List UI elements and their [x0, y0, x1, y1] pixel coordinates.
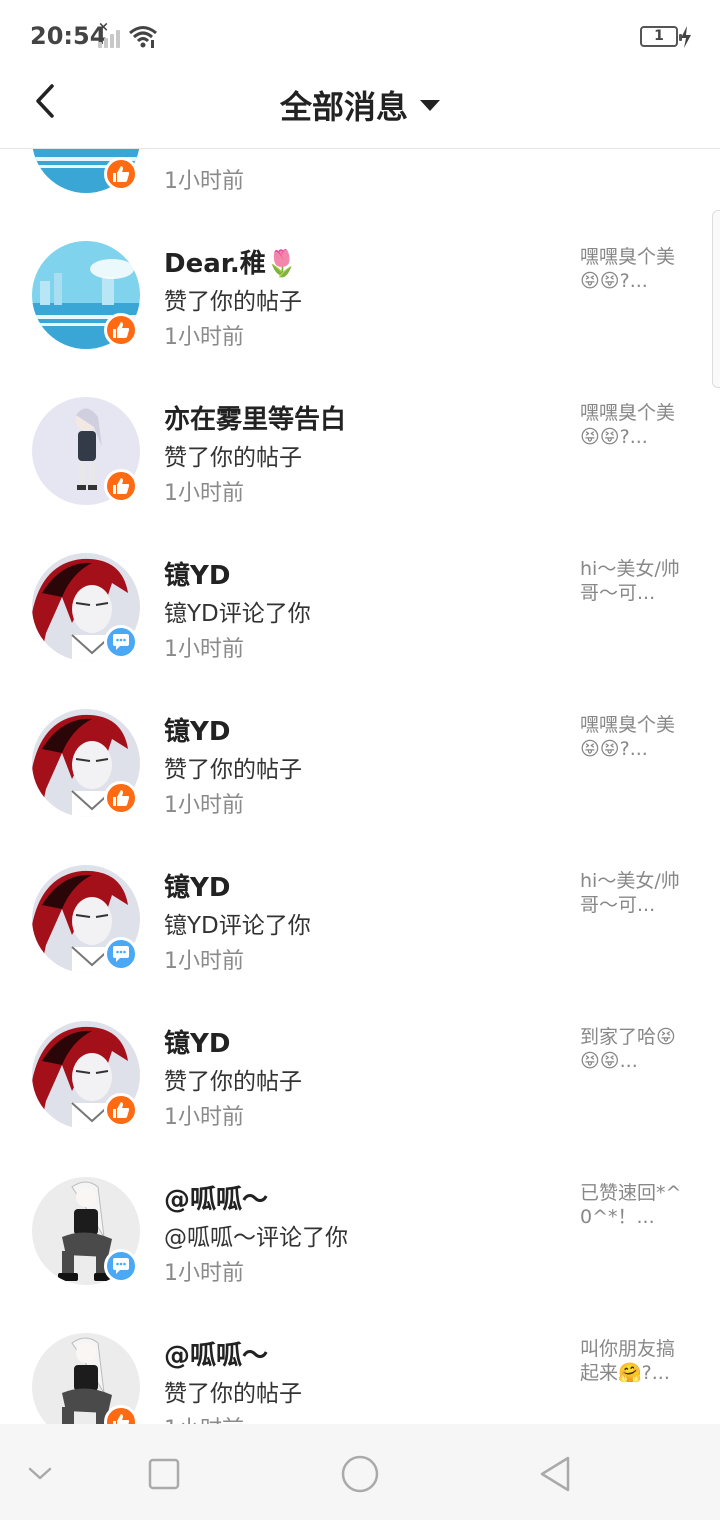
wifi-icon	[129, 26, 157, 48]
post-preview[interactable]: 到家了哈😝😝😝...	[580, 1025, 690, 1073]
thumbs-up-icon	[113, 1102, 130, 1118]
like-badge	[104, 1093, 138, 1127]
status-time: 20:54	[30, 22, 107, 50]
time-ago: 1小时前	[164, 1411, 244, 1424]
action-text: 镱YD评论了你	[164, 913, 311, 939]
list-item[interactable]: 镱YD 镱YD评论了你 1小时前 hi～美女/帅哥～可...	[0, 817, 720, 974]
list-item[interactable]: @呱呱～ @呱呱～评论了你 1小时前 已赞速回*^0^*！...	[0, 1129, 720, 1286]
post-preview[interactable]: hi～美女/帅哥～可...	[580, 557, 690, 605]
system-nav-bar	[0, 1424, 720, 1520]
list-item[interactable]: @呱呱～ 赞了你的帖子 1小时前 叫你朋友搞起来🤗?...	[0, 1285, 720, 1424]
comment-badge	[104, 1249, 138, 1283]
post-preview[interactable]: 嘿嘿臭个美😝😝?...	[580, 401, 690, 449]
thumbs-up-icon	[113, 166, 130, 182]
time-ago: 1小时前	[164, 1105, 244, 1130]
list-item[interactable]: 镱YD 镱YD评论了你 1小时前 hi～美女/帅哥～可...	[0, 505, 720, 662]
back-triangle-icon[interactable]	[536, 1454, 576, 1494]
like-badge	[104, 313, 138, 347]
post-preview[interactable]: hi～美女/帅哥～可...	[580, 869, 690, 917]
thumbs-up-icon	[113, 478, 130, 494]
status-bar: 20:54 × 1	[0, 0, 720, 72]
list-item[interactable]: 镱YD 赞了你的帖子 1小时前 嘿嘿臭个美😝😝?...	[0, 661, 720, 818]
action-text: 赞了你的帖子	[164, 445, 302, 471]
title-dropdown[interactable]: 全部消息	[0, 82, 720, 128]
action-text: 赞了你的帖子	[164, 757, 302, 783]
post-preview[interactable]: 嘿嘿臭个美😝😝?...	[580, 713, 690, 761]
action-text: 赞了你的帖子	[164, 1069, 302, 1095]
chat-bubble-icon	[113, 634, 129, 650]
time-ago: 1小时前	[164, 481, 244, 506]
comment-badge	[104, 625, 138, 659]
time-ago: 1小时前	[164, 1261, 244, 1286]
thumbs-up-icon	[113, 322, 130, 338]
battery-icon: 1	[640, 26, 682, 47]
sender-name[interactable]: 镱YD	[164, 711, 230, 748]
action-text: 赞了你的帖子	[164, 1381, 302, 1407]
comment-badge	[104, 937, 138, 971]
sender-name[interactable]: 亦在雾里等告白	[164, 399, 346, 436]
thumbs-up-icon	[113, 790, 130, 806]
like-badge	[104, 781, 138, 815]
time-ago: 1小时前	[164, 793, 244, 818]
edge-scroll-handle[interactable]	[712, 210, 720, 388]
action-text: 赞了你的帖子	[164, 289, 302, 315]
message-list[interactable]: 1小时前 Dear.稚🌷 赞了你的帖子 1小时前 嘿嘿臭个美😝😝?... 亦在雾里等告白…	[0, 149, 720, 1424]
post-preview[interactable]: 叫你朋友搞起来🤗?...	[580, 1337, 690, 1385]
thumbs-up-icon	[113, 1414, 130, 1424]
chat-bubble-icon	[113, 946, 129, 962]
home-circle-icon[interactable]	[340, 1454, 380, 1494]
time-ago: 1小时前	[164, 637, 244, 662]
nav-down-icon[interactable]	[20, 1454, 60, 1494]
like-badge	[104, 469, 138, 503]
post-preview[interactable]: 嘿嘿臭个美😝😝?...	[580, 245, 690, 293]
charging-icon	[681, 26, 691, 48]
sender-name[interactable]: 镱YD	[164, 555, 230, 592]
post-preview[interactable]: 已赞速回*^0^*！...	[580, 1181, 690, 1229]
signal-icon: ×	[98, 20, 124, 48]
recents-square-icon[interactable]	[144, 1454, 184, 1494]
caret-down-icon	[420, 99, 440, 111]
list-item[interactable]: 镱YD 赞了你的帖子 1小时前 到家了哈😝😝😝...	[0, 973, 720, 1130]
action-text: 镱YD评论了你	[164, 601, 311, 627]
page-title: 全部消息	[279, 88, 408, 126]
chat-bubble-icon	[113, 1258, 129, 1274]
action-text: @呱呱～评论了你	[164, 1225, 348, 1251]
sender-name[interactable]: 镱YD	[164, 1023, 230, 1060]
list-item[interactable]: Dear.稚🌷 赞了你的帖子 1小时前 嘿嘿臭个美😝😝?...	[0, 193, 720, 350]
app-header: 全部消息	[0, 72, 720, 149]
sender-name[interactable]: @呱呱～	[164, 1335, 268, 1372]
sender-name[interactable]: @呱呱～	[164, 1179, 268, 1216]
sender-name[interactable]: 镱YD	[164, 867, 230, 904]
time-ago: 1小时前	[164, 169, 244, 194]
time-ago: 1小时前	[164, 325, 244, 350]
list-item-partial[interactable]: 1小时前	[0, 149, 720, 194]
list-item[interactable]: 亦在雾里等告白赞了你的帖子 1小时前 嘿嘿臭个美😝😝?...	[0, 349, 720, 506]
time-ago: 1小时前	[164, 949, 244, 974]
like-badge	[104, 157, 138, 191]
sender-name[interactable]: Dear.稚🌷	[164, 243, 298, 280]
